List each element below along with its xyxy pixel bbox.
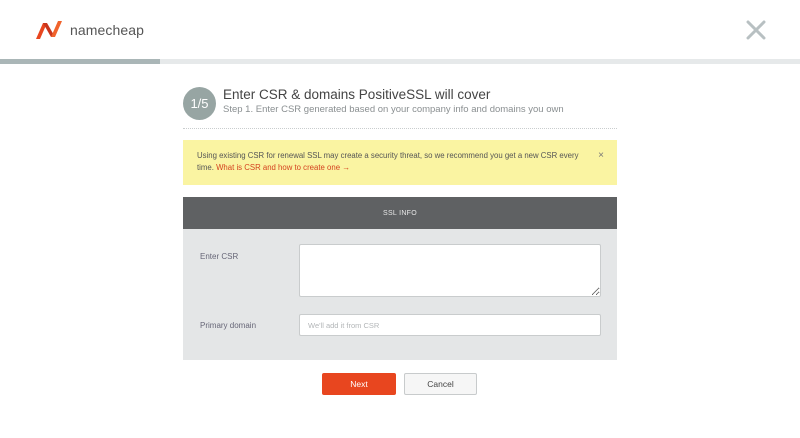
primary-domain-label: Primary domain [200, 321, 257, 330]
next-button[interactable]: Next [322, 373, 396, 395]
divider [183, 128, 617, 129]
namecheap-logo[interactable]: namecheap [34, 19, 144, 41]
step-title: Enter CSR & domains PositiveSSL will cov… [223, 87, 491, 102]
wizard-progress-fill [0, 59, 160, 64]
step-subtitle: Step 1. Enter CSR generated based on you… [223, 104, 564, 115]
cancel-button[interactable]: Cancel [404, 373, 477, 395]
csr-textarea[interactable] [299, 244, 601, 297]
step-counter: 1/5 [183, 87, 216, 120]
alert-close-icon[interactable]: × [598, 150, 604, 162]
panel-heading: SSL INFO [183, 197, 617, 229]
ssl-info-panel: SSL INFO Enter CSR Primary domain [183, 197, 617, 360]
step-header: 1/5 Enter CSR & domains PositiveSSL will… [183, 84, 617, 128]
csr-help-link[interactable]: What is CSR and how to create one → [216, 163, 350, 172]
wizard-progress-bar [0, 59, 800, 64]
brand-name: namecheap [70, 22, 145, 38]
csr-warning-alert: Using existing CSR for renewal SSL may c… [183, 140, 617, 185]
namecheap-logo-mark-icon [36, 21, 62, 39]
primary-domain-input[interactable] [299, 314, 601, 336]
close-icon[interactable] [744, 18, 768, 42]
csr-label: Enter CSR [200, 252, 239, 261]
top-bar: namecheap [0, 0, 800, 60]
